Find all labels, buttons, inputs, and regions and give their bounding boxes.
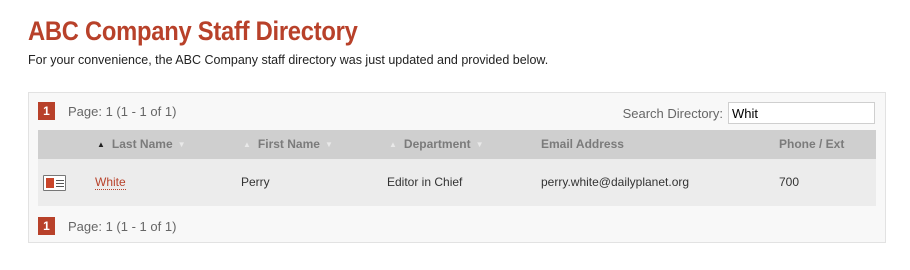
column-last-name[interactable]: ▲ Last Name ▼ <box>97 130 186 159</box>
column-label: Last Name <box>111 137 173 151</box>
pager-bottom: 1 Page: 1 (1 - 1 of 1) <box>38 217 176 235</box>
last-name-link[interactable]: White <box>95 175 126 190</box>
page-number-button[interactable]: 1 <box>38 102 55 120</box>
cell-last-name: White <box>95 159 126 206</box>
directory-panel: 1 Page: 1 (1 - 1 of 1) Search Directory:… <box>28 92 886 243</box>
sort-up-icon: ▲ <box>243 140 251 149</box>
page-info: Page: 1 (1 - 1 of 1) <box>68 103 177 119</box>
column-phone: Phone / Ext <box>779 130 844 159</box>
page-number-button[interactable]: 1 <box>38 217 55 235</box>
page-title: ABC Company Staff Directory <box>28 16 358 46</box>
sort-up-icon: ▲ <box>97 140 105 149</box>
search-directory: Search Directory: <box>623 102 875 124</box>
cell-first-name: Perry <box>241 175 270 189</box>
search-input[interactable] <box>728 102 875 124</box>
table-header: ▲ Last Name ▼ ▲ First Name ▼ ▲ Departmen… <box>38 130 876 159</box>
pager-top: 1 Page: 1 (1 - 1 of 1) <box>38 102 176 120</box>
sort-down-icon: ▼ <box>324 140 333 149</box>
column-label: Email Address <box>541 137 624 151</box>
sort-down-icon: ▼ <box>177 140 186 149</box>
sort-up-icon: ▲ <box>389 140 397 149</box>
column-label: Department <box>403 137 471 151</box>
table-row: White Perry Editor in Chief perry.white@… <box>38 159 876 206</box>
search-label: Search Directory: <box>622 105 723 121</box>
cell-department: Editor in Chief <box>387 175 463 189</box>
vcard-icon[interactable] <box>43 175 66 191</box>
directory-table: ▲ Last Name ▼ ▲ First Name ▼ ▲ Departmen… <box>38 130 876 206</box>
column-first-name[interactable]: ▲ First Name ▼ <box>243 130 333 159</box>
column-department[interactable]: ▲ Department ▼ <box>389 130 484 159</box>
cell-phone: 700 <box>779 175 800 189</box>
page-info: Page: 1 (1 - 1 of 1) <box>68 218 177 234</box>
column-label: Phone / Ext <box>779 137 845 151</box>
column-label: First Name <box>257 137 320 151</box>
intro-text: For your convenience, the ABC Company st… <box>28 53 549 67</box>
column-email: Email Address <box>541 130 624 159</box>
cell-email: perry.white@dailyplanet.org <box>541 175 690 189</box>
sort-down-icon: ▼ <box>475 140 484 149</box>
